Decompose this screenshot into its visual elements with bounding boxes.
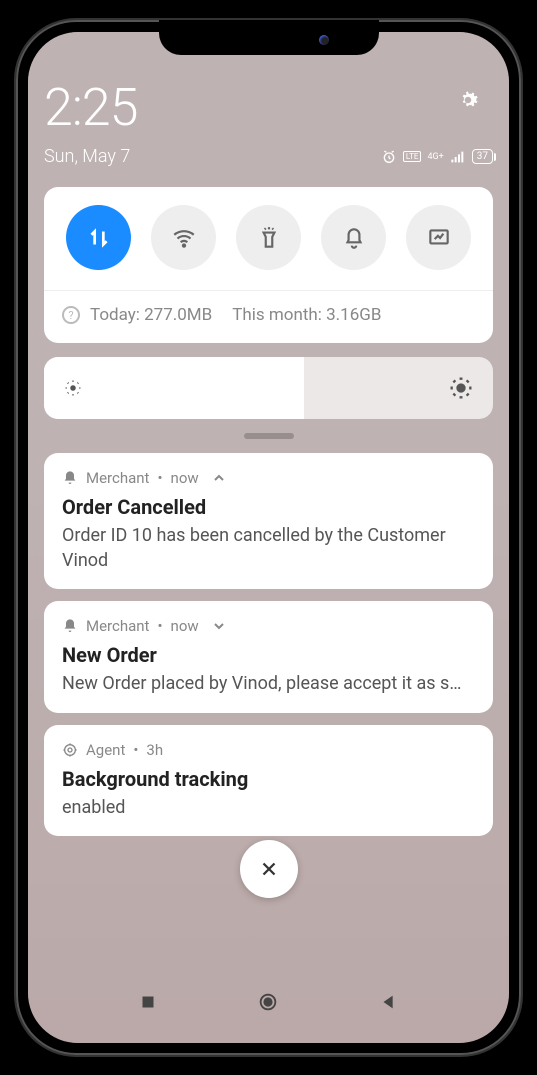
notif-time: now [171, 617, 199, 635]
notif-title: Background tracking [62, 767, 475, 791]
notif-time: 3h [146, 741, 163, 759]
chevron-down-icon[interactable] [211, 618, 227, 634]
notif-body: enabled [62, 795, 475, 820]
close-icon [258, 858, 280, 880]
navigation-bar [28, 991, 509, 1013]
drag-handle[interactable] [244, 433, 294, 439]
notif-time: now [171, 469, 199, 487]
chevron-up-icon[interactable] [211, 470, 227, 486]
data-today: Today: 277.0MB [90, 305, 212, 325]
data-usage-row[interactable]: ? Today: 277.0MB This month: 3.16GB [62, 305, 475, 325]
phone-screen: 2:25 Sun, May 7 LTE 4G+ 37 [28, 32, 509, 1043]
battery-indicator: 37 [472, 149, 493, 164]
clock-time: 2:25 [44, 77, 493, 138]
clear-notifications-button[interactable] [240, 840, 298, 898]
notification-card[interactable]: Merchant • now New Order New Order place… [44, 601, 493, 712]
wifi-toggle[interactable] [151, 205, 216, 270]
date-label: Sun, May 7 [44, 146, 130, 167]
home-button[interactable] [257, 991, 279, 1013]
notification-card[interactable]: Agent • 3h Background tracking enabled [44, 725, 493, 836]
flashlight-toggle[interactable] [236, 205, 301, 270]
signal-icon [450, 149, 466, 165]
notif-body: Order ID 10 has been cancelled by the Cu… [62, 523, 475, 573]
mobile-data-toggle[interactable] [66, 205, 131, 270]
notification-card[interactable]: Merchant • now Order Cancelled Order ID … [44, 453, 493, 589]
brightness-slider[interactable] [44, 357, 493, 419]
notif-app-name: Merchant [86, 469, 149, 487]
bell-icon [62, 470, 78, 486]
question-icon: ? [62, 306, 80, 324]
notif-title: Order Cancelled [62, 495, 475, 519]
bell-icon [62, 618, 78, 634]
screenshot-icon [426, 225, 452, 251]
alarm-icon [381, 149, 397, 165]
volte-badge: LTE [403, 151, 422, 162]
notif-app-name: Merchant [86, 617, 149, 635]
status-bar-icons: LTE 4G+ 37 [381, 149, 493, 165]
notif-body: New Order placed by Vinod, please accept… [62, 671, 475, 696]
network-label: 4G+ [427, 152, 443, 162]
bell-icon [341, 225, 367, 251]
wifi-icon [171, 225, 197, 251]
data-month: This month: 3.16GB [232, 305, 381, 325]
flashlight-icon [256, 225, 282, 251]
location-icon [62, 742, 78, 758]
notif-title: New Order [62, 643, 475, 667]
dnd-toggle[interactable] [321, 205, 386, 270]
quick-settings-panel: ? Today: 277.0MB This month: 3.16GB [44, 187, 493, 343]
settings-gear-icon[interactable] [455, 87, 481, 117]
brightness-high-icon [447, 374, 475, 402]
back-button[interactable] [378, 991, 400, 1013]
recent-apps-button[interactable] [137, 991, 159, 1013]
notch [159, 20, 379, 55]
data-arrows-icon [86, 225, 112, 251]
notif-app-name: Agent [86, 741, 125, 759]
brightness-low-icon [62, 377, 84, 399]
screenshot-toggle[interactable] [406, 205, 471, 270]
phone-frame: 2:25 Sun, May 7 LTE 4G+ 37 [16, 20, 521, 1055]
